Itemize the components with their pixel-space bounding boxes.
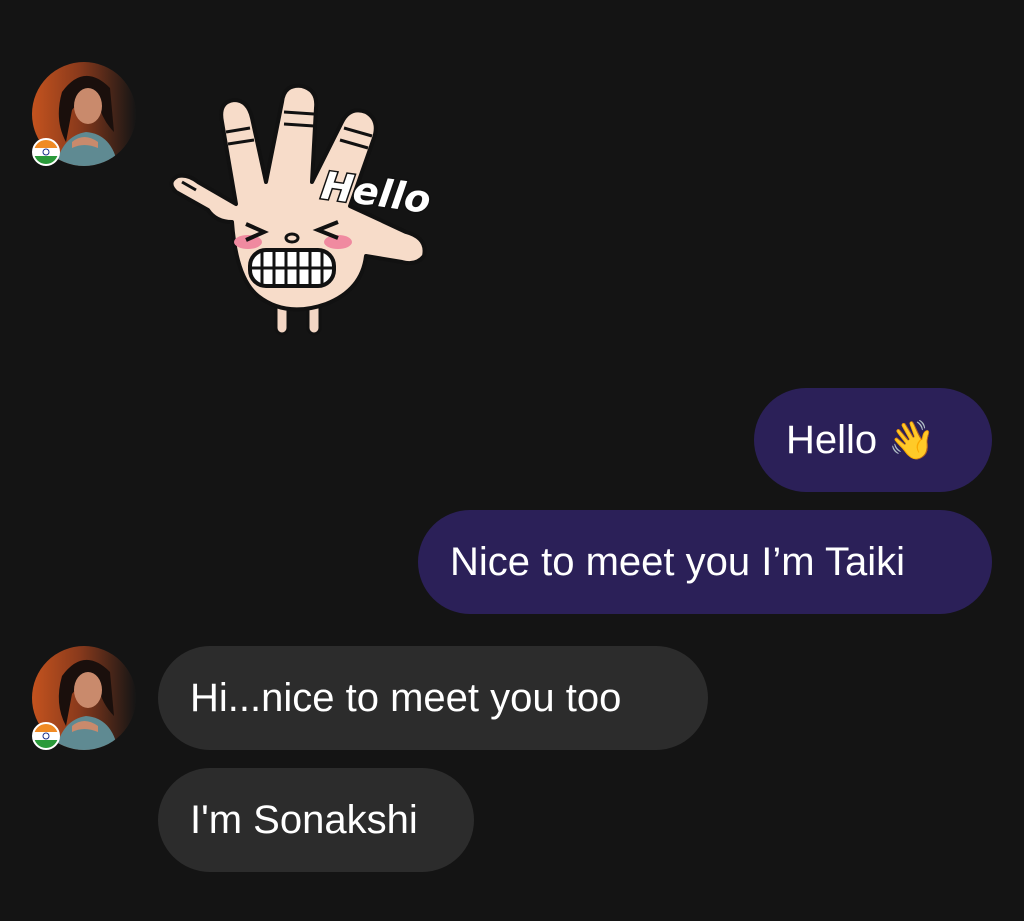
waving-hand-emoji: 👋: [888, 420, 936, 462]
outgoing-message-bubble[interactable]: Nice to meet you I’m Taiki: [418, 510, 992, 614]
contact-avatar[interactable]: [32, 62, 142, 172]
message-text: Nice to meet you I’m Taiki: [450, 540, 905, 584]
hello-hand-sticker[interactable]: Hello: [166, 82, 450, 340]
contact-avatar[interactable]: [32, 646, 142, 756]
message-text: Hello: [786, 418, 878, 462]
india-flag-icon: [32, 722, 60, 750]
india-flag-icon: [32, 138, 60, 166]
outgoing-message-bubble[interactable]: Hello 👋: [754, 388, 992, 492]
message-text: I'm Sonakshi: [190, 798, 418, 842]
incoming-message-bubble[interactable]: I'm Sonakshi: [158, 768, 474, 872]
message-text: Hi...nice to meet you too: [190, 676, 622, 720]
chat-thread: Hello Hello 👋 Nice to meet you I’m Taiki: [0, 0, 1024, 921]
incoming-message-bubble[interactable]: Hi...nice to meet you too: [158, 646, 708, 750]
